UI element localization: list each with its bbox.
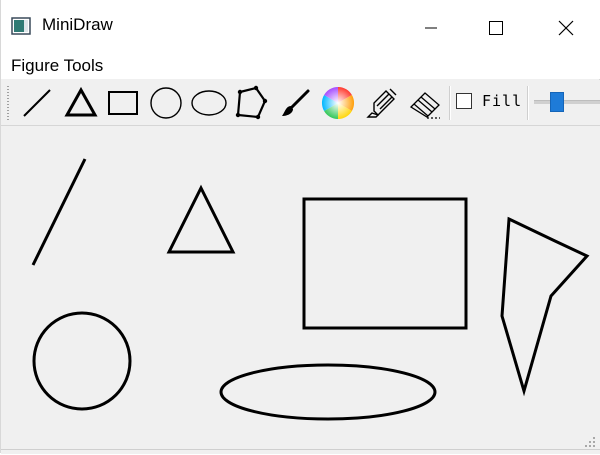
resize-grip-icon[interactable] [585, 437, 595, 447]
maximize-button[interactable] [461, 0, 531, 55]
eraser-tool[interactable] [406, 84, 444, 122]
minidraw-window: MiniDraw Figure Tools Fill [0, 0, 600, 454]
status-bar [1, 449, 600, 454]
close-button[interactable] [531, 0, 600, 55]
polygon-icon [235, 85, 268, 120]
drawn-ellipse[interactable] [219, 363, 437, 421]
drawn-circle[interactable] [32, 311, 132, 411]
brush-icon [282, 89, 310, 116]
ellipse-icon [191, 90, 227, 116]
highlighter-icon [366, 88, 397, 118]
close-icon [558, 20, 574, 35]
window-title: MiniDraw [42, 15, 113, 34]
minimize-icon [425, 27, 437, 28]
canvas-drawing [31, 158, 590, 421]
minimize-button[interactable] [396, 0, 466, 55]
circle-icon [150, 87, 182, 119]
drawn-line[interactable] [31, 158, 87, 266]
line-icon [23, 89, 51, 117]
polygon-tool[interactable] [232, 84, 270, 122]
fill-checkbox[interactable] [456, 93, 472, 109]
circle-tool[interactable] [147, 84, 185, 122]
menu-figure-tools[interactable]: Figure Tools [11, 56, 103, 76]
toolbar-separator [527, 86, 529, 120]
window-app-icon [11, 17, 31, 35]
highlighter-tool[interactable] [363, 84, 401, 122]
triangle-icon [64, 86, 98, 117]
pen-width-slider-track[interactable] [534, 100, 600, 104]
color-picker[interactable] [319, 84, 357, 122]
rectangle-tool[interactable] [104, 84, 142, 122]
brush-tool[interactable] [277, 84, 315, 122]
toolbar-separator [449, 86, 451, 120]
drawn-rectangle[interactable] [302, 197, 468, 330]
color-wheel-icon [321, 86, 355, 120]
rectangle-icon [108, 91, 138, 115]
drawn-triangle[interactable] [166, 184, 236, 254]
fill-label: Fill [482, 92, 523, 110]
line-tool[interactable] [18, 84, 56, 122]
ellipse-tool[interactable] [190, 84, 228, 122]
maximize-icon [489, 20, 503, 35]
menu-bar: Figure Tools [1, 55, 600, 79]
toolbar-grip[interactable] [7, 86, 9, 120]
drawing-canvas[interactable] [2, 126, 600, 451]
pen-width-slider-handle[interactable] [550, 92, 564, 112]
triangle-tool[interactable] [62, 84, 100, 122]
eraser-icon [409, 92, 440, 119]
title-bar[interactable]: MiniDraw [1, 0, 600, 55]
drawn-polygon[interactable] [500, 216, 590, 397]
